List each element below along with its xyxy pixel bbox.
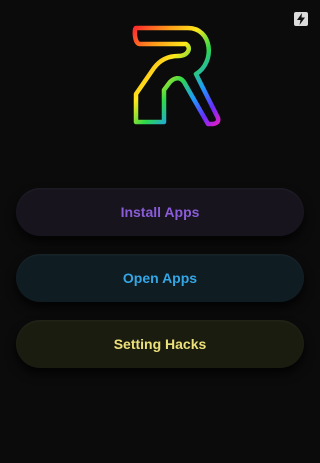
install-apps-button[interactable]: Install Apps bbox=[16, 188, 304, 236]
status-icon bbox=[293, 11, 309, 27]
setting-hacks-label: Setting Hacks bbox=[113, 336, 207, 352]
rainbow-r-logo-icon bbox=[132, 25, 221, 127]
open-apps-button[interactable]: Open Apps bbox=[16, 254, 304, 302]
app-logo bbox=[126, 22, 222, 128]
lightning-battery-icon bbox=[294, 12, 308, 26]
open-apps-label: Open Apps bbox=[122, 270, 198, 286]
install-apps-label: Install Apps bbox=[120, 204, 200, 220]
setting-hacks-button[interactable]: Setting Hacks bbox=[16, 320, 304, 368]
